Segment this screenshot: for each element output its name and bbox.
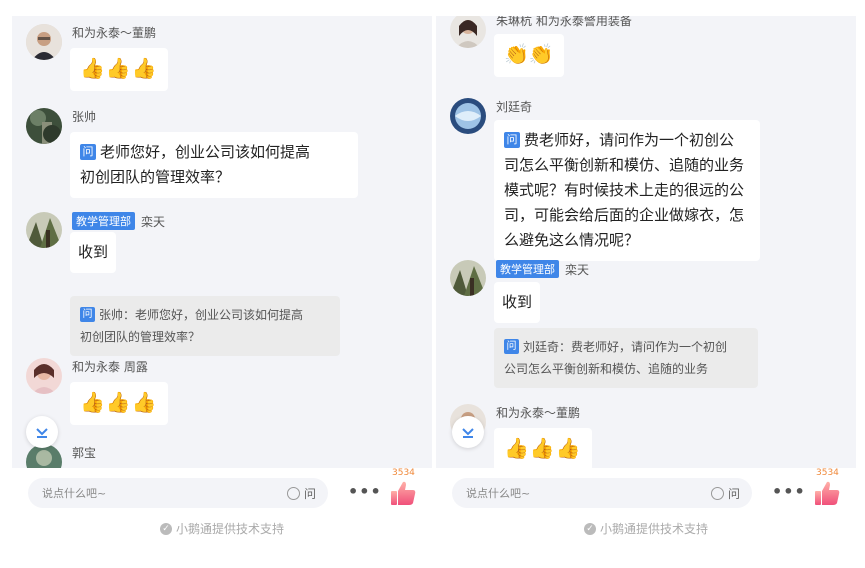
- message-input[interactable]: [42, 478, 262, 508]
- like-button[interactable]: [812, 478, 842, 508]
- thumbs-up-emoji: 👍👍👍: [504, 436, 582, 460]
- ask-label: 问: [727, 487, 740, 501]
- sender-name: 张帅: [72, 108, 96, 125]
- like-button[interactable]: [388, 478, 418, 508]
- avatar[interactable]: [26, 108, 62, 144]
- check-circle-icon: ✓: [583, 522, 596, 535]
- sender-label: 和为永泰～董鹏: [496, 406, 581, 420]
- input-bar: 问 ••• 3534: [12, 468, 432, 518]
- like-count: 3534: [816, 468, 839, 478]
- message-bubble: 👏👏: [494, 34, 564, 77]
- sender-name: 朱琳杭 和为永泰警用装备: [496, 16, 632, 29]
- question-tag: 问: [504, 132, 520, 148]
- message-text: 收到: [78, 243, 109, 261]
- input-bar: 问 ••• 3534: [436, 468, 856, 518]
- message-bubble: 收到: [70, 232, 116, 273]
- role-badge: 教学管理部: [496, 260, 559, 278]
- message-bubble: 收到: [494, 282, 540, 323]
- ask-toggle[interactable]: 问: [286, 485, 316, 502]
- message-text: 么避免这么情况呢？: [504, 231, 640, 249]
- message-list[interactable]: 朱琳杭 和为永泰警用装备 👏👏 刘廷奇 问费老师好，请问作为一个初创公 司怎么平…: [436, 16, 856, 468]
- footer-text: 小鹅通提供技术支持: [599, 522, 708, 536]
- message-text: 司，可能会给后面的企业做嫁衣，怎: [504, 206, 745, 224]
- footer-text: 小鹅通提供技术支持: [175, 522, 284, 536]
- sender-name: 和为永泰～董鹏: [72, 24, 156, 41]
- quote-text: 公司怎么平衡创新和模仿、追随的业务: [504, 362, 709, 376]
- like-count: 3534: [392, 468, 415, 478]
- sender-label: 刘廷奇: [496, 100, 533, 114]
- message-text: 初创团队的管理效率？: [80, 168, 231, 186]
- radio-icon: [710, 487, 724, 500]
- question-tag: 问: [80, 307, 95, 322]
- sender-label: 朱琳杭 和为永泰警用装备: [496, 16, 632, 28]
- ask-label: 问: [303, 487, 316, 501]
- sender-label: 郭宝: [72, 446, 97, 460]
- radio-icon: [286, 487, 300, 500]
- message-bubble: 👍👍👍: [494, 428, 592, 468]
- sender-label: 张帅: [72, 110, 97, 124]
- question-tag: 问: [504, 339, 519, 354]
- chat-panel-left: 和为永泰～董鹏 👍👍👍 张帅 问老师您好，创业公司该如何提高 初创团队的管理效率…: [12, 0, 432, 568]
- message-bubble: 问费老师好，请问作为一个初创公 司怎么平衡创新和模仿、追随的业务 模式呢？有时候…: [494, 120, 760, 261]
- avatar[interactable]: [450, 16, 486, 48]
- message-text: 司怎么平衡创新和模仿、追随的业务: [504, 156, 745, 174]
- message-text: 收到: [502, 293, 533, 311]
- sender-label: 栾天: [565, 262, 590, 277]
- thumbs-up-icon: [391, 481, 416, 505]
- sender-name: 教学管理部 栾天: [72, 212, 165, 230]
- quoted-message[interactable]: 问张帅：老师您好，创业公司该如何提高 初创团队的管理效率？: [70, 296, 340, 356]
- avatar[interactable]: [450, 98, 486, 134]
- thumbs-up-icon: [815, 481, 840, 505]
- message-input[interactable]: [466, 478, 686, 508]
- quoted-message[interactable]: 问刘廷奇：费老师好，请问作为一个初创 公司怎么平衡创新和模仿、追随的业务: [494, 328, 758, 388]
- sender-name: 教学管理部 栾天: [496, 260, 589, 278]
- more-button[interactable]: •••: [772, 482, 806, 501]
- more-button[interactable]: •••: [348, 482, 382, 501]
- sender-name: 郭宝: [72, 444, 96, 461]
- question-tag: 问: [80, 144, 96, 160]
- message-bubble: 问老师您好，创业公司该如何提高 初创团队的管理效率？: [70, 132, 358, 198]
- message-input-box[interactable]: 问: [28, 478, 328, 508]
- sender-label: 和为永泰 周露: [72, 360, 148, 374]
- message-list[interactable]: 和为永泰～董鹏 👍👍👍 张帅 问老师您好，创业公司该如何提高 初创团队的管理效率…: [12, 16, 432, 468]
- ask-toggle[interactable]: 问: [710, 485, 740, 502]
- chevron-down-icon: [462, 428, 474, 438]
- message-bubble: 👍👍👍: [70, 382, 168, 425]
- message-text: 费老师好，请问作为一个初创公: [524, 131, 735, 149]
- avatar[interactable]: [26, 24, 62, 60]
- chat-panel-right: 朱琳杭 和为永泰警用装备 👏👏 刘廷奇 问费老师好，请问作为一个初创公 司怎么平…: [436, 0, 856, 568]
- sender-label: 栾天: [141, 214, 166, 229]
- quote-text: 刘廷奇：费老师好，请问作为一个初创: [523, 340, 728, 354]
- thumbs-up-emoji: 👍👍👍: [80, 390, 158, 414]
- scroll-to-bottom-button[interactable]: [26, 416, 58, 448]
- sender-name: 和为永泰 周露: [72, 358, 148, 375]
- sender-name: 和为永泰～董鹏: [496, 404, 580, 421]
- chevron-down-icon: [36, 428, 48, 438]
- quote-text: 张帅：老师您好，创业公司该如何提高: [99, 308, 304, 322]
- clap-emoji: 👏👏: [504, 42, 554, 66]
- message-bubble: 👍👍👍: [70, 48, 168, 91]
- role-badge: 教学管理部: [72, 212, 135, 230]
- avatar[interactable]: [26, 212, 62, 248]
- quote-text: 初创团队的管理效率？: [80, 330, 201, 344]
- footer: ✓ 小鹅通提供技术支持: [436, 520, 856, 537]
- message-text: 模式呢？有时候技术上走的很远的公: [504, 181, 745, 199]
- scroll-to-bottom-button[interactable]: [452, 416, 484, 448]
- sender-label: 和为永泰～董鹏: [72, 26, 157, 40]
- sender-name: 刘廷奇: [496, 98, 532, 115]
- avatar[interactable]: [450, 260, 486, 296]
- avatar[interactable]: [26, 358, 62, 394]
- check-circle-icon: ✓: [159, 522, 172, 535]
- footer: ✓ 小鹅通提供技术支持: [12, 520, 432, 537]
- thumbs-up-emoji: 👍👍👍: [80, 56, 158, 80]
- message-text: 老师您好，创业公司该如何提高: [100, 143, 311, 161]
- message-input-box[interactable]: 问: [452, 478, 752, 508]
